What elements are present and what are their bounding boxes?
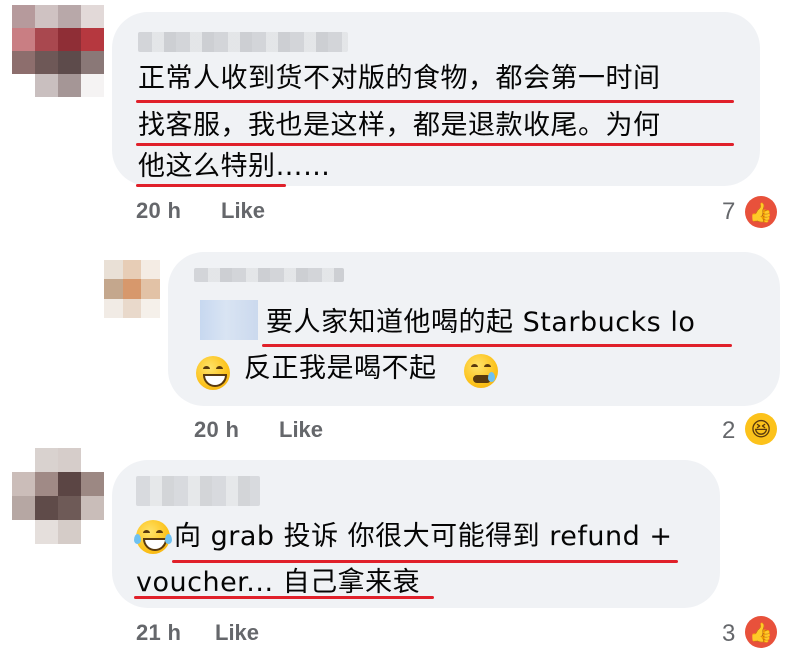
red-underline	[262, 344, 732, 347]
reaction-count[interactable]: 3	[722, 620, 735, 648]
red-underline	[136, 143, 734, 146]
thumbs-up-reaction-icon[interactable]: 👍	[745, 616, 777, 648]
like-button[interactable]: Like	[279, 417, 323, 443]
comment-bubble: 向 grab 投诉 你很大可能得到 refund + voucher... 自己…	[112, 460, 720, 608]
comment-text-line: 正常人收到货不对版的食物，都会第一时间	[138, 63, 661, 94]
red-underline	[134, 596, 434, 599]
reaction-count[interactable]: 7	[722, 198, 735, 226]
reaction-count[interactable]: 2	[722, 417, 735, 445]
comment-text-line: 反正我是喝不起	[244, 353, 437, 384]
comment-text-line: 要人家知道他喝的起 Starbucks lo	[266, 307, 696, 338]
comment-timestamp[interactable]: 20 h	[194, 417, 239, 443]
comment-timestamp[interactable]: 21 h	[136, 620, 181, 646]
thumbs-up-reaction-icon[interactable]: 👍	[745, 196, 777, 228]
grin-emoji-icon	[196, 356, 230, 390]
comment-text-line: 找客服，我也是这样，都是退款收尾。为何	[138, 110, 661, 141]
avatar[interactable]	[104, 260, 160, 318]
avatar[interactable]	[12, 448, 104, 544]
sleepy-emoji-icon	[464, 354, 498, 388]
blurred-author-name[interactable]	[136, 476, 260, 506]
like-button[interactable]: Like	[221, 198, 265, 224]
avatar[interactable]	[12, 5, 104, 97]
comment-text-line: 向 grab 投诉 你很大可能得到 refund +	[174, 521, 673, 552]
red-underline	[136, 100, 734, 103]
comment-text-line: 他这么特别……	[138, 151, 331, 182]
blurred-mention-tag[interactable]	[200, 300, 258, 340]
red-underline	[172, 560, 678, 563]
blurred-author-name[interactable]	[138, 32, 348, 52]
red-underline	[136, 184, 286, 187]
joy-emoji-icon	[134, 520, 172, 554]
like-button[interactable]: Like	[215, 620, 259, 646]
comment-text-line: voucher... 自己拿来衰	[136, 567, 421, 598]
haha-reaction-icon[interactable]: 😆	[745, 413, 777, 445]
blurred-author-name[interactable]	[194, 268, 344, 282]
comment-timestamp[interactable]: 20 h	[136, 198, 181, 224]
comment-bubble: 正常人收到货不对版的食物，都会第一时间 找客服，我也是这样，都是退款收尾。为何 …	[112, 12, 760, 187]
reply-bubble: 要人家知道他喝的起 Starbucks lo 反正我是喝不起	[168, 252, 780, 406]
